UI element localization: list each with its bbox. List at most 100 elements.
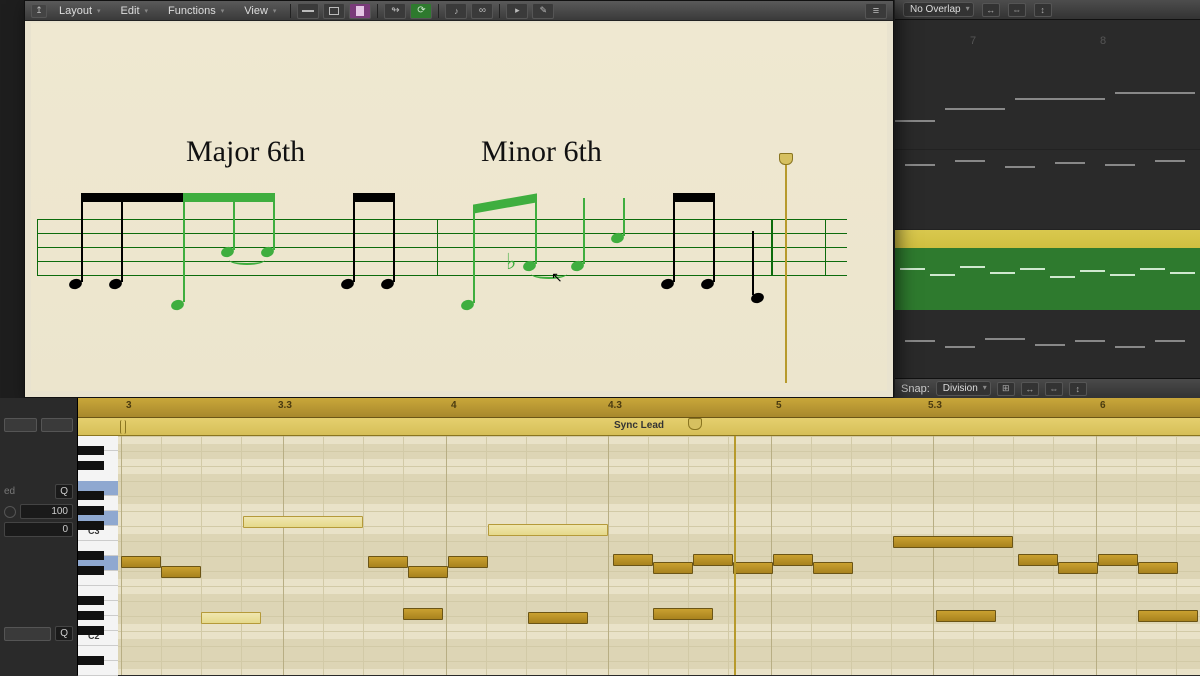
snap-row: Snap: Division ⊞ ↔ ⇔ ↕ <box>895 378 1200 398</box>
sep <box>290 4 291 18</box>
midi-note[interactable] <box>488 524 608 536</box>
barline <box>437 219 438 275</box>
hierarchy-up-button[interactable]: ↥ <box>31 4 47 18</box>
menu-layout[interactable]: Layout <box>51 3 109 19</box>
midi-note[interactable] <box>813 562 853 574</box>
flat-accidental-icon: ♭ <box>506 249 516 275</box>
midi-note[interactable] <box>121 556 161 568</box>
menu-edit[interactable]: Edit <box>113 3 156 19</box>
automation-lanes <box>895 70 1200 400</box>
side-tool3[interactable] <box>4 627 51 641</box>
side-tools <box>4 418 73 432</box>
lane-3[interactable] <box>895 248 1200 310</box>
pointer-tool-icon[interactable]: ▸ <box>506 3 528 19</box>
snap-tool4-icon[interactable]: ↕ <box>1069 382 1087 396</box>
side-tool2[interactable] <box>41 418 74 432</box>
midi-note[interactable] <box>1098 554 1138 566</box>
midi-note[interactable] <box>936 610 996 622</box>
stem <box>673 198 675 282</box>
knob-icon[interactable] <box>4 506 16 518</box>
beam <box>473 193 537 213</box>
midi-note[interactable] <box>773 554 813 566</box>
stem <box>473 209 475 303</box>
tool3-icon[interactable]: ↕ <box>1034 3 1052 17</box>
tool1-icon[interactable]: ↔ <box>982 3 1000 17</box>
toolbar-close-icon[interactable]: ≡ <box>865 3 887 19</box>
barline-end <box>825 219 826 275</box>
piano-keyboard[interactable]: C3 C2 <box>78 436 118 675</box>
midi-note[interactable] <box>1018 554 1058 566</box>
midi-note[interactable] <box>613 554 653 566</box>
beam <box>353 193 395 202</box>
catch-icon[interactable]: ⟳ <box>410 3 432 19</box>
snap-dropdown[interactable]: Division <box>936 381 991 396</box>
midi-note[interactable] <box>693 554 733 566</box>
piano-playhead[interactable] <box>734 436 736 675</box>
midi-note[interactable] <box>408 566 448 578</box>
ruler-m4: 4 <box>451 400 457 411</box>
view-linear-icon[interactable] <box>297 3 319 19</box>
arrange-ruler[interactable]: 7 8 <box>895 20 1200 70</box>
midi-note[interactable] <box>893 536 1013 548</box>
lane-3-header[interactable] <box>895 230 1200 248</box>
piano-roll: ed Q 100 0 Q 3 3.3 4 4.3 5 5.3 6 Sync Le… <box>0 398 1200 675</box>
stem <box>535 198 537 264</box>
velocity-field[interactable]: 100 <box>20 504 73 519</box>
midi-note[interactable] <box>243 516 363 528</box>
snap-tool1-icon[interactable]: ⊞ <box>997 382 1015 396</box>
no-overlap-dropdown[interactable]: No Overlap <box>903 2 974 17</box>
score-toolbar: ↥ Layout Edit Functions View ↬ ⟳ ♪ ∞ ▸ ✎… <box>25 1 893 21</box>
tie <box>229 255 265 265</box>
midi-note[interactable] <box>448 556 488 568</box>
piano-playhead-handle-icon[interactable] <box>688 418 702 430</box>
midi-note[interactable] <box>653 562 693 574</box>
ruler-mark-7: 7 <box>970 35 976 47</box>
region-start-handle[interactable] <box>120 420 126 434</box>
stem <box>623 198 625 236</box>
score-playhead-handle-icon[interactable] <box>779 153 793 165</box>
title-minor-6th: Minor 6th <box>481 135 602 169</box>
partbox-icon[interactable]: ♪ <box>445 3 467 19</box>
midi-note[interactable] <box>733 562 773 574</box>
score-sheet[interactable]: Major 6th Minor 6th ♭ <box>31 23 887 391</box>
quantize-button[interactable]: Q <box>55 484 73 499</box>
side-tool1[interactable] <box>4 418 37 432</box>
piano-ruler[interactable]: 3 3.3 4 4.3 5 5.3 6 <box>78 398 1200 418</box>
lane-2[interactable] <box>895 150 1200 230</box>
barline <box>771 219 773 275</box>
lane-1[interactable] <box>895 70 1200 150</box>
midi-note[interactable] <box>1138 562 1178 574</box>
snap-tool2-icon[interactable]: ↔ <box>1021 382 1039 396</box>
stem <box>583 198 585 264</box>
region-bar[interactable]: Sync Lead <box>78 418 1200 436</box>
pencil-tool-icon[interactable]: ✎ <box>532 3 554 19</box>
piano-roll-sidebar: ed Q 100 0 Q <box>0 398 78 675</box>
midi-note[interactable] <box>368 556 408 568</box>
snap-tool3-icon[interactable]: ⇔ <box>1045 382 1063 396</box>
midi-note[interactable] <box>201 612 261 624</box>
ruler-m53: 5.3 <box>928 400 942 411</box>
stem <box>393 198 395 282</box>
staff <box>37 219 847 275</box>
offset-field[interactable]: 0 <box>4 522 73 537</box>
midi-note[interactable] <box>161 566 201 578</box>
piano-grid[interactable] <box>118 436 1200 675</box>
arrange-toolbar: No Overlap ↔ ⇔ ↕ <box>895 0 1200 20</box>
stem <box>273 198 275 250</box>
view-wrapped-icon[interactable] <box>323 3 345 19</box>
midi-in-icon[interactable]: ↬ <box>384 3 406 19</box>
midi-note[interactable] <box>1138 610 1198 622</box>
score-playhead[interactable] <box>785 161 787 383</box>
link-icon[interactable]: ∞ <box>471 3 493 19</box>
menu-functions[interactable]: Functions <box>160 3 232 19</box>
quantize2-button[interactable]: Q <box>55 626 73 641</box>
midi-note[interactable] <box>653 608 713 620</box>
midi-note[interactable] <box>528 612 588 624</box>
midi-note[interactable] <box>403 608 443 620</box>
menu-view[interactable]: View <box>236 3 284 19</box>
view-page-icon[interactable] <box>349 3 371 19</box>
sep <box>438 4 439 18</box>
tool2-icon[interactable]: ⇔ <box>1008 3 1026 17</box>
midi-note[interactable] <box>1058 562 1098 574</box>
stem <box>752 231 754 295</box>
